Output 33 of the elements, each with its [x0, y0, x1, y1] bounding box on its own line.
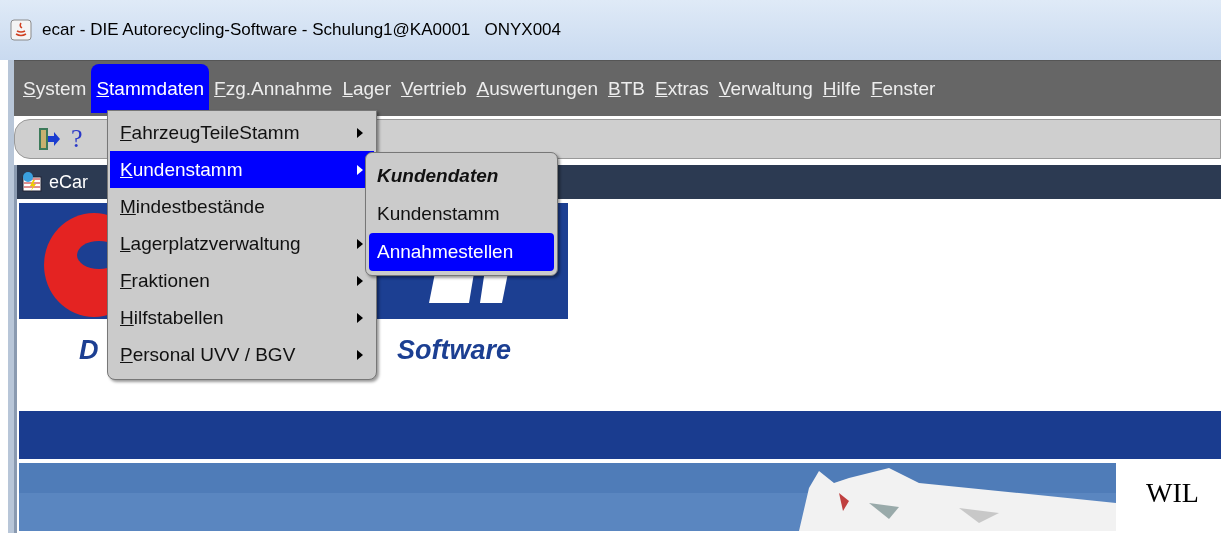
menu-item[interactable]: Stammdaten: [91, 64, 210, 113]
submenu-arrow-icon: [356, 348, 364, 361]
menu-item[interactable]: Kundenstamm: [110, 151, 374, 188]
menu-item[interactable]: System: [18, 64, 92, 113]
menu-item[interactable]: Lager: [337, 64, 396, 113]
menu-item[interactable]: BTB: [603, 64, 650, 113]
tagline-text: Software: [397, 335, 512, 366]
submenu-arrow-icon: [356, 274, 364, 287]
menu-item[interactable]: FahrzeugTeileStamm: [110, 114, 374, 151]
window-title: ecar - DIE Autorecycling-Software - Schulung1@KA0001 ONYX004: [42, 20, 561, 40]
inner-window-title: eCar: [49, 171, 88, 193]
submenu-arrow-icon: [356, 311, 364, 324]
menu-item[interactable]: Hilfstabellen: [110, 299, 374, 336]
app-window-icon: [21, 171, 43, 193]
welcome-heading: WIL: [1146, 477, 1199, 508]
submenu-arrow-icon: [356, 163, 364, 176]
menu-item[interactable]: Fzg.Annahme: [209, 64, 338, 113]
menu-item[interactable]: Fenster: [865, 64, 941, 113]
menu-item[interactable]: Personal UVV / BGV: [110, 336, 374, 373]
tagline-text: D: [79, 335, 99, 366]
help-button[interactable]: ?: [71, 124, 83, 154]
menu-item[interactable]: Vertrieb: [396, 64, 472, 113]
menu-item[interactable]: Hilfe: [817, 64, 866, 113]
menu-item[interactable]: Auswertungen: [471, 64, 603, 113]
menu-item[interactable]: Extras: [649, 64, 714, 113]
door-arrow-icon: [37, 126, 61, 152]
menu-item[interactable]: Verwaltung: [713, 64, 818, 113]
submenu-arrow-icon: [356, 237, 364, 250]
exit-button[interactable]: [37, 126, 61, 152]
app-icon: [10, 19, 32, 41]
menu-item[interactable]: Kundenstamm: [369, 195, 554, 233]
menu-item[interactable]: Annahmestellen: [369, 233, 554, 271]
submenu-arrow-icon: [356, 126, 364, 139]
